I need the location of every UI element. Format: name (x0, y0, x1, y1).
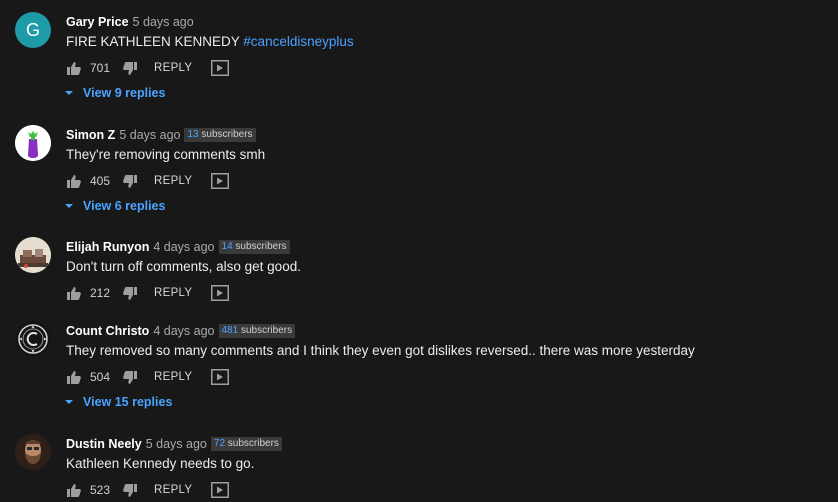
comment-header: Count Christo 4 days ago 481 subscribers (66, 323, 296, 339)
hashtag-link[interactable]: #canceldisneyplus (243, 34, 353, 49)
comment-actions: 212 REPLY (66, 285, 230, 301)
chevron-down-icon (64, 89, 74, 97)
comment-time[interactable]: 5 days ago (119, 128, 180, 142)
like-count: 523 (90, 483, 111, 497)
thumbs-down-icon[interactable] (122, 61, 138, 76)
comment-text: Kathleen Kennedy needs to go. (66, 456, 255, 471)
subscriber-label: subscribers (235, 241, 287, 252)
video-reply-icon[interactable] (211, 482, 230, 498)
video-reply-icon[interactable] (211, 60, 230, 76)
view-replies-toggle[interactable]: View 6 replies (64, 199, 165, 213)
video-reply-icon[interactable] (211, 285, 230, 301)
subscriber-badge: 13 subscribers (184, 128, 256, 142)
comment-text: Don't turn off comments, also get good. (66, 259, 301, 274)
avatar[interactable] (15, 125, 51, 161)
chevron-down-icon (64, 202, 74, 210)
comment-text-main: FIRE KATHLEEN KENNEDY (66, 34, 244, 49)
reply-button[interactable]: REPLY (154, 62, 192, 74)
thumbs-down-icon[interactable] (122, 483, 138, 498)
author-name[interactable]: Gary Price (66, 15, 129, 29)
reply-button[interactable]: REPLY (154, 175, 192, 187)
comment-time[interactable]: 5 days ago (146, 437, 207, 451)
thumbs-down-icon[interactable] (122, 174, 138, 189)
view-replies-label[interactable]: View 9 replies (83, 86, 165, 100)
thumbs-down-icon[interactable] (122, 370, 138, 385)
thumbs-down-icon[interactable] (122, 286, 138, 301)
comment-text: They're removing comments smh (66, 147, 266, 162)
thumbs-up-icon[interactable] (66, 174, 82, 189)
comment-actions: 701 REPLY (66, 60, 230, 76)
comment-header: Elijah Runyon 4 days ago 14 subscribers (66, 239, 290, 255)
chevron-down-icon (64, 398, 74, 406)
subscriber-count: 13 (187, 129, 199, 140)
author-name[interactable]: Count Christo (66, 324, 149, 338)
avatar[interactable]: G (15, 12, 51, 48)
video-reply-icon[interactable] (211, 369, 230, 385)
view-replies-toggle[interactable]: View 9 replies (64, 86, 165, 100)
video-reply-icon[interactable] (211, 173, 230, 189)
comment-text: FIRE KATHLEEN KENNEDY #canceldisneyplus (66, 34, 354, 49)
comment-header: Gary Price 5 days ago (66, 14, 194, 30)
subscriber-label: subscribers (201, 129, 253, 140)
thumbs-up-icon[interactable] (66, 286, 82, 301)
like-count: 405 (90, 174, 111, 188)
author-name[interactable]: Simon Z (66, 128, 115, 142)
avatar[interactable] (15, 434, 51, 470)
view-replies-toggle[interactable]: View 15 replies (64, 395, 172, 409)
subscriber-badge: 481 subscribers (218, 324, 296, 338)
comment-actions: 504 REPLY (66, 369, 230, 385)
comment-text: They removed so many comments and I thin… (66, 343, 695, 358)
avatar[interactable] (15, 237, 51, 273)
comment-time[interactable]: 4 days ago (153, 324, 214, 338)
comment-time[interactable]: 5 days ago (133, 15, 194, 29)
comment-time[interactable]: 4 days ago (153, 240, 214, 254)
avatar[interactable] (15, 321, 51, 357)
subscriber-count: 72 (213, 438, 226, 449)
author-name[interactable]: Dustin Neely (66, 437, 142, 451)
subscriber-badge: 14 subscribers (218, 240, 290, 254)
reply-button[interactable]: REPLY (154, 287, 192, 299)
subscriber-label: subscribers (227, 438, 279, 449)
view-replies-label[interactable]: View 15 replies (83, 395, 172, 409)
reply-button[interactable]: REPLY (154, 371, 192, 383)
like-count: 701 (90, 61, 111, 75)
subscriber-count: 481 (221, 325, 239, 336)
comment-header: Simon Z 5 days ago 13 subscribers (66, 127, 256, 143)
view-replies-label[interactable]: View 6 replies (83, 199, 165, 213)
subscriber-count: 14 (221, 241, 233, 252)
like-count: 504 (90, 370, 111, 384)
like-count: 212 (90, 286, 111, 300)
reply-button[interactable]: REPLY (154, 484, 192, 496)
subscriber-badge: 72 subscribers (210, 437, 282, 451)
thumbs-up-icon[interactable] (66, 61, 82, 76)
comment-actions: 523 REPLY (66, 482, 230, 498)
subscriber-label: subscribers (240, 325, 293, 336)
comment-header: Dustin Neely 5 days ago 72 subscribers (66, 436, 282, 452)
comment-actions: 405 REPLY (66, 173, 230, 189)
thumbs-up-icon[interactable] (66, 370, 82, 385)
author-name[interactable]: Elijah Runyon (66, 240, 149, 254)
thumbs-up-icon[interactable] (66, 483, 82, 498)
